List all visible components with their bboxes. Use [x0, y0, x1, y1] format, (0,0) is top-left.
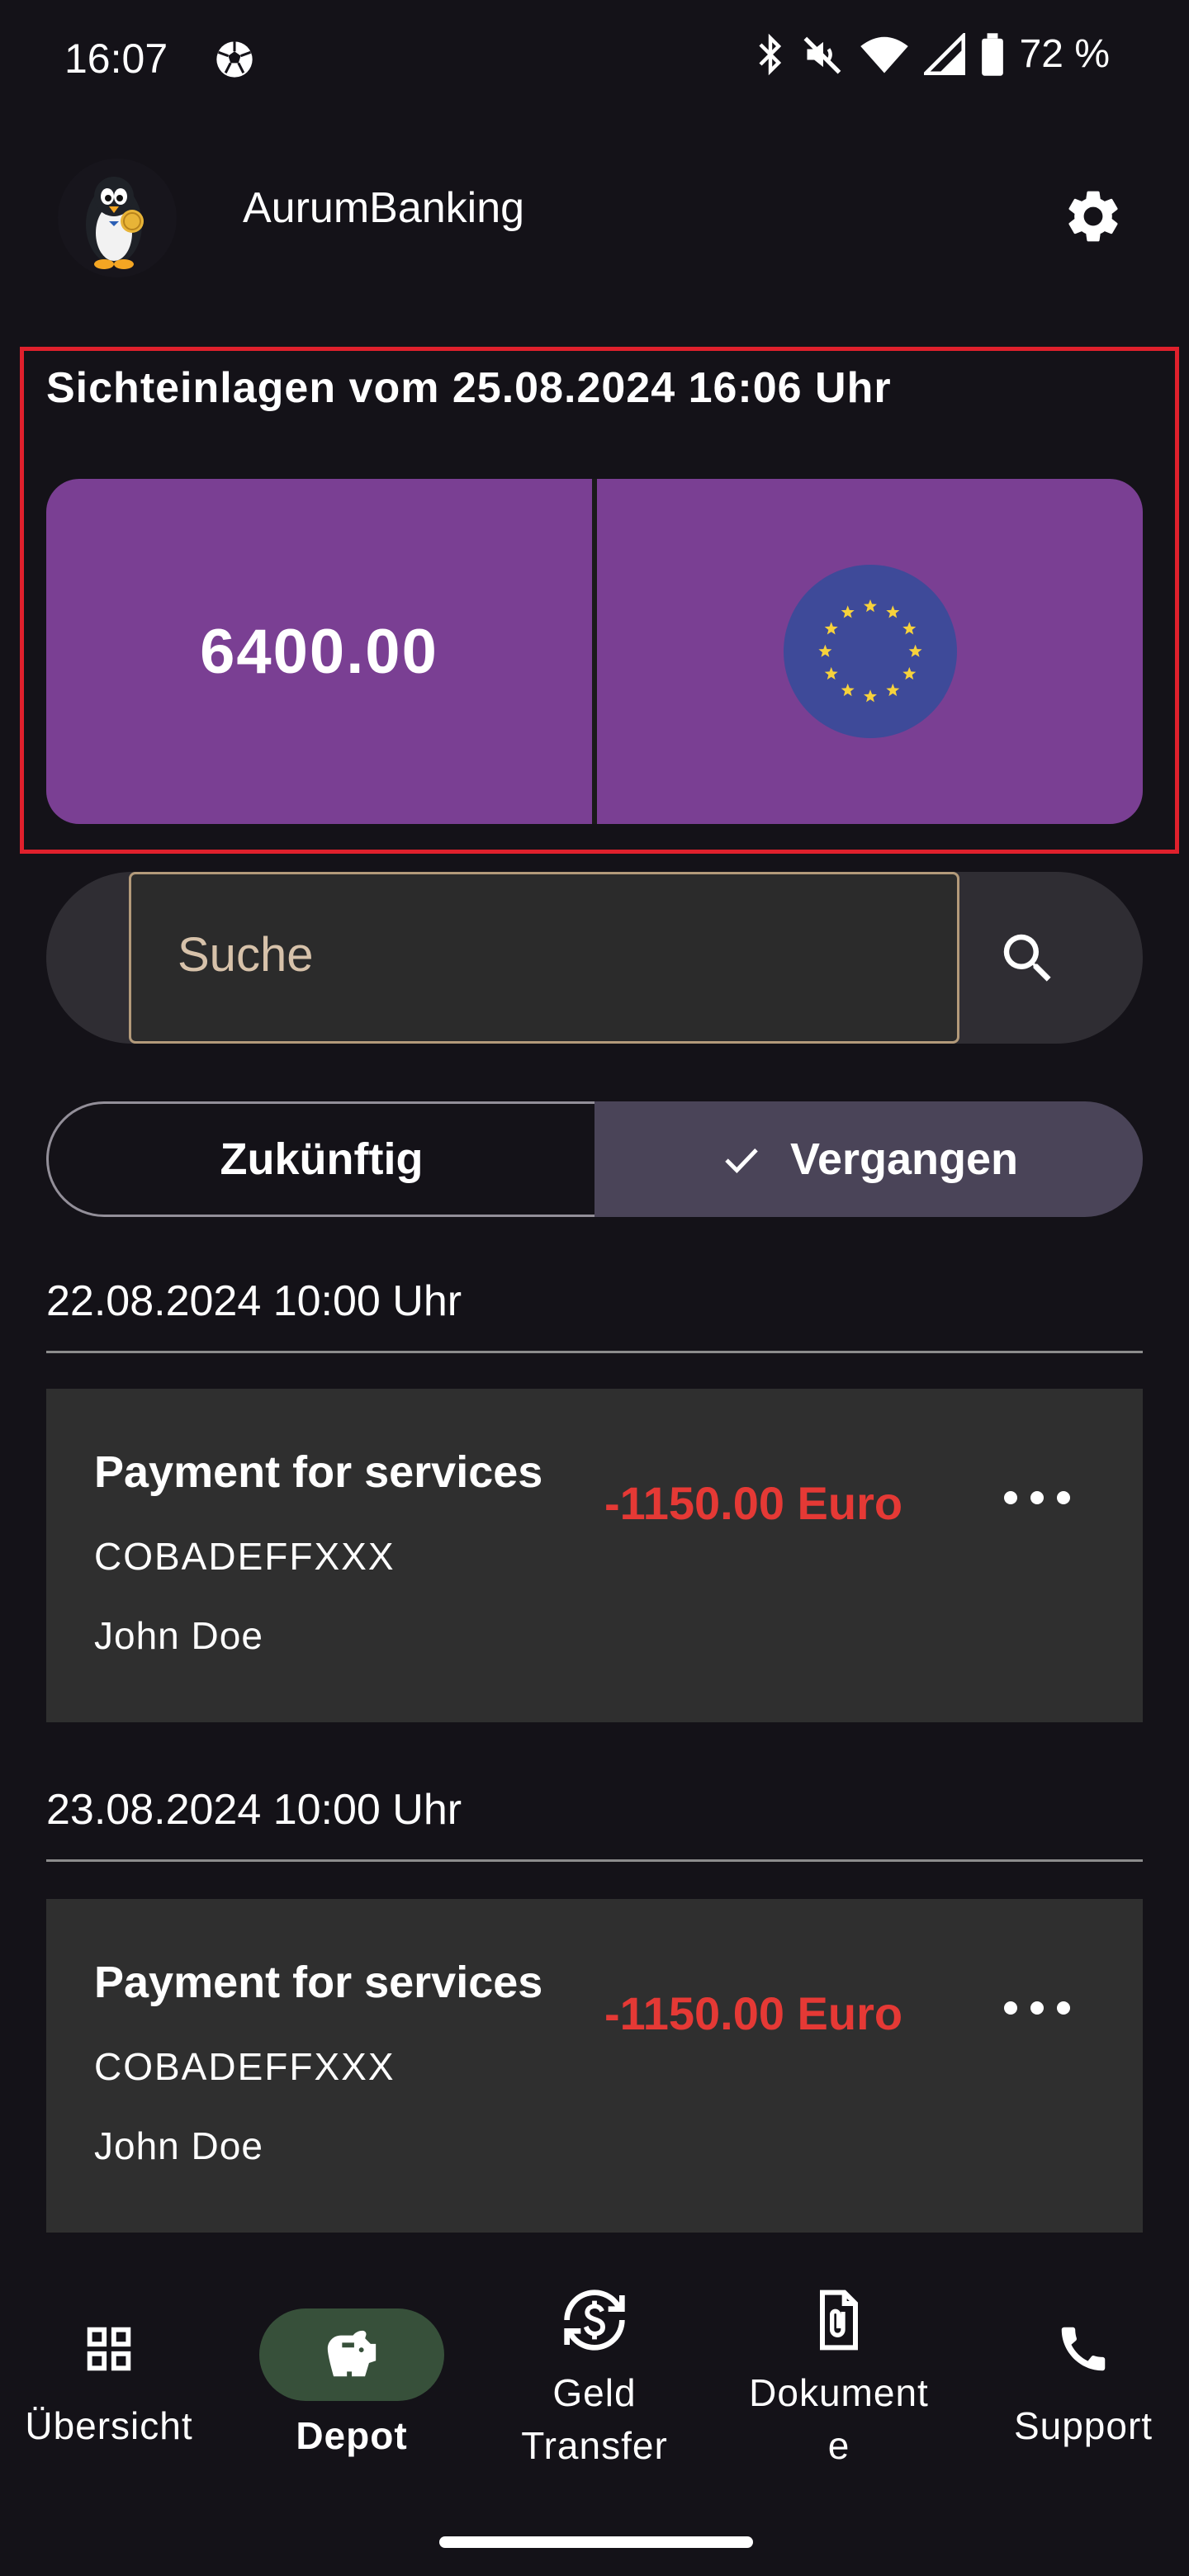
signal-icon: [923, 32, 965, 75]
transaction-amount: -1150.00 Euro: [604, 1987, 903, 2039]
nav-label-documents: Dokument e: [749, 2371, 929, 2467]
transaction-name: John Doe: [94, 2124, 263, 2167]
currency-exchange-icon: [564, 2290, 625, 2351]
balance-amount-panel: 6400.00: [46, 479, 594, 824]
transaction-title: Payment for services: [94, 1447, 543, 1497]
transaction-amount: -1150.00 Euro: [604, 1477, 903, 1529]
search-placeholder: Suche: [178, 928, 314, 982]
balance-title: Sichteinlagen vom 25.08.2024 16:06 Uhr: [46, 364, 892, 412]
transaction-bic: COBADEFFXXX: [94, 2045, 396, 2088]
segment-future[interactable]: Zukünftig: [46, 1101, 594, 1217]
nav-item-depot[interactable]: Depot: [259, 2308, 444, 2462]
battery-percentage: 72 %: [1019, 32, 1110, 76]
app-header: AurumBanking: [0, 149, 1189, 277]
transaction-date-header: 22.08.2024 10:00 Uhr: [46, 1277, 462, 1325]
transaction-name: John Doe: [94, 1614, 263, 1657]
nav-item-overview[interactable]: Übersicht: [0, 2320, 218, 2452]
nav-label-overview: Übersicht: [25, 2404, 193, 2447]
grid-icon: [87, 2327, 131, 2371]
transaction-title: Payment for services: [94, 1958, 543, 2007]
nav-item-money-transfer[interactable]: Geld Transfer: [487, 2287, 702, 2472]
search-bar: Suche: [46, 872, 1143, 1044]
nav-item-support[interactable]: Support: [978, 2320, 1189, 2452]
phone-icon: [1061, 2327, 1106, 2371]
eu-flag-icon: [783, 565, 957, 738]
segment-past-label: Vergangen: [789, 1134, 1019, 1184]
checkmark-icon: [725, 1148, 758, 1174]
nav-label-depot: Depot: [296, 2414, 408, 2457]
search-input[interactable]: Suche: [129, 872, 959, 1044]
segment-future-label: Zukünftig: [220, 1134, 424, 1184]
home-indicator[interactable]: [439, 2536, 753, 2548]
battery-icon: [981, 32, 1003, 76]
soccer-ball-icon: [216, 41, 253, 78]
segment-past[interactable]: Vergangen: [594, 1101, 1143, 1217]
time-filter-segmented-button: Zukünftig Vergangen: [46, 1101, 1143, 1217]
mute-icon: [803, 36, 841, 74]
divider: [46, 1351, 1143, 1353]
transaction-bic: COBADEFFXXX: [94, 1535, 396, 1578]
nav-label-money-transfer: Geld Transfer: [521, 2371, 668, 2467]
wifi-icon: [860, 36, 908, 73]
nav-item-documents[interactable]: Dokument e: [732, 2287, 946, 2472]
divider: [46, 1859, 1143, 1862]
document-attachment-icon: [820, 2290, 858, 2351]
active-indicator: [259, 2308, 444, 2401]
penguin-logo-icon: [58, 159, 177, 277]
app-title: AurumBanking: [243, 184, 525, 232]
status-time: 16:07: [64, 36, 168, 82]
more-options-icon[interactable]: [1004, 1483, 1070, 1513]
gear-icon[interactable]: [1062, 185, 1125, 248]
balance-amount: 6400.00: [200, 616, 438, 687]
nav-label-support: Support: [1013, 2404, 1153, 2447]
bottom-navigation: Übersicht Depot Geld Transfer Dokument e S…: [0, 2262, 1189, 2576]
transaction-date-header: 23.08.2024 10:00 Uhr: [46, 1786, 462, 1834]
status-icons: 72 %: [754, 31, 1110, 77]
piggy-bank-icon: [327, 2330, 377, 2377]
bluetooth-icon: [759, 33, 781, 75]
balance-card[interactable]: 6400.00: [46, 479, 1143, 824]
search-icon[interactable]: [996, 926, 1060, 991]
currency-panel: [594, 479, 1143, 824]
transaction-card[interactable]: Payment for services COBADEFFXXX John Do…: [46, 1899, 1143, 2233]
status-bar: 16:07 72 %: [0, 0, 1189, 122]
more-options-icon[interactable]: [1004, 1993, 1070, 2023]
transaction-card[interactable]: Payment for services COBADEFFXXX John Do…: [46, 1389, 1143, 1722]
